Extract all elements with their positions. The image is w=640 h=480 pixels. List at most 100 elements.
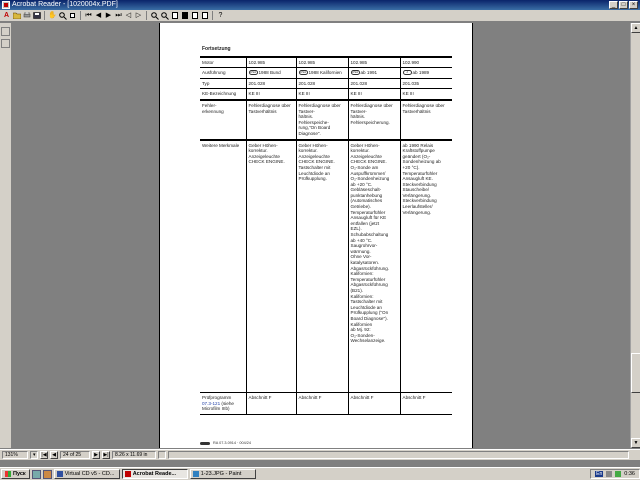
- thumbnails-tab-icon[interactable]: [1, 39, 10, 48]
- table-cell: KE III: [399, 88, 452, 100]
- toolbar-separator: [146, 11, 147, 20]
- table-cell: 102.990: [399, 55, 452, 68]
- status-bar: 131% ▾ |◀ ◀ 24 of 25 ▶ ▶| 8.26 x 11.69 i…: [0, 449, 640, 460]
- bookmarks-tab-icon[interactable]: [1, 27, 10, 36]
- minimize-button[interactable]: _: [609, 1, 618, 9]
- maximize-button[interactable]: □: [619, 1, 628, 9]
- table-row: Prüfprogramm 07.3-121 (siehe Microfilm I…: [200, 392, 452, 415]
- zoom-in-icon[interactable]: [150, 11, 159, 20]
- quicklaunch-explorer-icon[interactable]: [42, 469, 52, 479]
- pdf-page: Fortsetzung Motor 102.985 102.985 102.98…: [159, 23, 473, 448]
- section-title: Fortsetzung: [202, 46, 231, 52]
- table-cell: Abschnitt F: [245, 392, 297, 415]
- table-cell: 102.985: [245, 55, 297, 68]
- spec-table: Fortsetzung Motor 102.985 102.985 102.98…: [200, 45, 452, 415]
- vertical-scrollbar[interactable]: ▲ ▼: [630, 23, 640, 448]
- usa-badge-icon: USA: [298, 70, 308, 76]
- taskbar: Пуск Virtual CD v5 - CD... Acrobat Reade…: [0, 467, 640, 480]
- virtual-cd-icon: [56, 471, 63, 477]
- fit-width-icon[interactable]: [190, 11, 199, 20]
- table-row: Fehler- erkennung Fehlerdiagnose über Ta…: [200, 98, 452, 140]
- scroll-down-icon[interactable]: ▼: [631, 438, 640, 448]
- test-program-link[interactable]: 07.3-121: [202, 401, 220, 406]
- table-cell: Geber Höhen- korrektur. Anzeigeleuchte C…: [245, 138, 297, 393]
- forward-icon[interactable]: ▷: [134, 11, 143, 20]
- table-cell: Abschnitt F: [347, 392, 401, 415]
- print-icon[interactable]: [22, 11, 31, 20]
- zoom-icon[interactable]: [58, 11, 67, 20]
- tray-volume-icon[interactable]: [615, 471, 622, 477]
- start-button[interactable]: Пуск: [1, 469, 30, 479]
- windows-logo-icon: [5, 471, 11, 477]
- last-page-icon[interactable]: ⏭: [114, 11, 123, 20]
- taskbar-button-virtual-cd[interactable]: Virtual CD v5 - CD...: [53, 469, 120, 479]
- back-icon[interactable]: ◁: [124, 11, 133, 20]
- page-number-field[interactable]: 24 of 25: [60, 451, 90, 459]
- navigation-pane: [0, 23, 12, 448]
- next-page-button[interactable]: ▶: [92, 451, 100, 459]
- table-cell: USA ab 1991: [347, 67, 401, 79]
- quicklaunch-desktop-icon[interactable]: [31, 469, 41, 479]
- usa-badge-icon: USA: [350, 70, 360, 76]
- row-label: Fehler- erkennung: [200, 98, 247, 140]
- table-cell: 201.028: [295, 77, 349, 89]
- window-title: Acrobat Reader - [1020004x.PDF]: [12, 1, 118, 8]
- tray-network-icon[interactable]: [606, 471, 613, 477]
- table-cell: USA 1988 Bund: [245, 67, 297, 79]
- first-page-icon[interactable]: ⏮: [84, 11, 93, 20]
- help-icon[interactable]: ?: [216, 11, 225, 20]
- table-cell: Fehlerdiagnose über Tastver- hältnis. Fe…: [295, 98, 349, 140]
- fit-page-icon[interactable]: [180, 11, 189, 20]
- taskbar-button-paint[interactable]: 1-23.JPG - Paint: [189, 469, 256, 479]
- horizontal-scrollbar[interactable]: [168, 451, 629, 459]
- scroll-up-icon[interactable]: ▲: [631, 23, 640, 33]
- row-label: Weitere Merkmale: [200, 138, 247, 393]
- clock[interactable]: 0:36: [624, 471, 635, 477]
- zoom-out-icon[interactable]: [160, 11, 169, 20]
- table-row: Typ 201.028 201.028 201.028 201.035: [200, 77, 452, 89]
- taskbar-button-acrobat[interactable]: Acrobat Reade...: [121, 469, 188, 479]
- table-cell: Fehlerdiagnose über Tastverhältnis: [245, 98, 297, 140]
- toolbar-separator: [212, 11, 213, 20]
- menu-logo-icon[interactable]: A: [2, 11, 11, 20]
- table-row: KE-Bezeichnung KE III KE III KE III KE I…: [200, 88, 452, 100]
- zoom-level-field[interactable]: 131%: [2, 451, 28, 459]
- row-label: KE-Bezeichnung: [200, 88, 247, 100]
- table-cell: Abschnitt F: [295, 392, 349, 415]
- select-text-icon[interactable]: [68, 11, 77, 20]
- open-icon[interactable]: [12, 11, 21, 20]
- document-area[interactable]: Fortsetzung Motor 102.985 102.985 102.98…: [13, 23, 630, 448]
- title-bar: Acrobat Reader - [1020004x.PDF] _ □ ×: [0, 0, 640, 10]
- last-page-button[interactable]: ▶|: [102, 451, 110, 459]
- table-cell: Geber Höhen- korrektur. Anzeigeleuchte C…: [347, 138, 401, 393]
- acrobat-app-icon[interactable]: [2, 1, 10, 9]
- next-page-icon[interactable]: ▶: [104, 11, 113, 20]
- japan-badge-icon: J: [402, 70, 412, 76]
- prev-page-icon[interactable]: ◀: [94, 11, 103, 20]
- hand-icon[interactable]: ✋: [48, 11, 57, 20]
- page-size-field: 8.26 x 11.69 in: [112, 451, 156, 459]
- table-cell: Geber Höhen- korrektur. Anzeigeleuchte C…: [295, 138, 349, 393]
- page-layout-icon[interactable]: [158, 451, 166, 459]
- language-indicator[interactable]: En: [595, 471, 604, 477]
- scroll-thumb[interactable]: [631, 353, 640, 393]
- table-row: Ausführung USA 1988 Bund USA 1988 Kaliforn…: [200, 67, 452, 79]
- prev-page-button[interactable]: ◀: [50, 451, 58, 459]
- find-icon[interactable]: [200, 11, 209, 20]
- paint-icon: [192, 471, 199, 477]
- table-cell: 102.985: [347, 55, 401, 68]
- car-icon: [200, 441, 210, 445]
- first-page-button[interactable]: |◀: [40, 451, 48, 459]
- table-cell: 201.035: [399, 77, 452, 89]
- table-cell: KE III: [347, 88, 401, 100]
- toolbar-separator: [44, 11, 45, 20]
- table-cell: KE III: [245, 88, 297, 100]
- table-cell: 102.985: [295, 55, 349, 68]
- save-icon[interactable]: [32, 11, 41, 20]
- row-label: Ausführung: [200, 67, 247, 79]
- close-button[interactable]: ×: [629, 1, 638, 9]
- zoom-dropdown-icon[interactable]: ▾: [30, 451, 38, 459]
- footer-reference: RA 07.3.0914 · 004/24: [213, 441, 251, 445]
- table-cell: USA 1988 Kalifornien: [295, 67, 349, 79]
- actual-size-icon[interactable]: [170, 11, 179, 20]
